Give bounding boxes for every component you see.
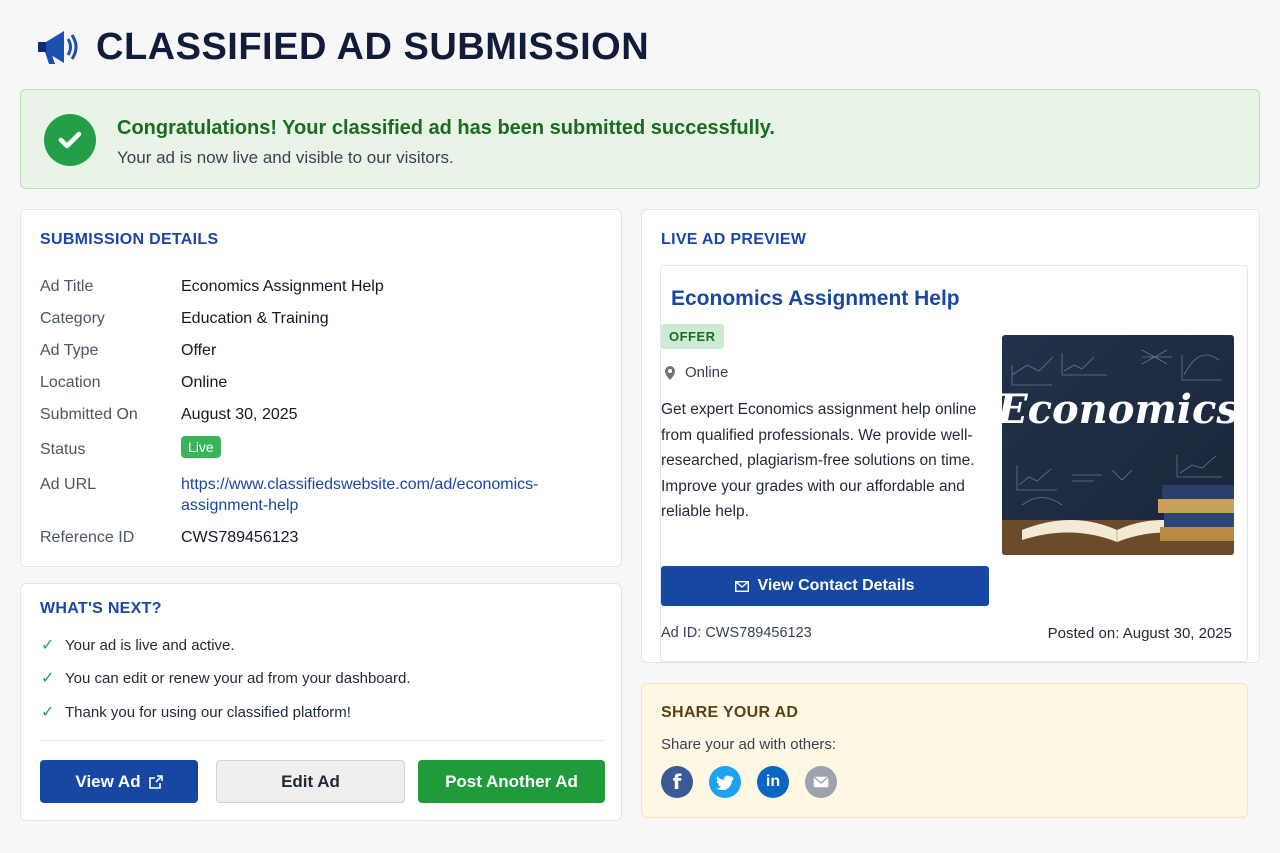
detail-value: August 30, 2025: [181, 406, 298, 423]
ad-description: Get expert Economics assignment help onl…: [661, 401, 977, 520]
detail-value: CWS789456123: [181, 529, 299, 546]
contact-button-label: View Contact Details: [757, 577, 915, 594]
submission-details-card: SUBMISSION DETAILS Ad Title Economics As…: [20, 209, 622, 567]
location-pin-icon: [665, 365, 675, 380]
email-icon[interactable]: [805, 766, 837, 798]
detail-value: Live: [181, 436, 221, 458]
posted-date: Posted on: August 30, 2025: [1047, 625, 1232, 642]
share-ad-title: SHARE YOUR AD: [661, 704, 799, 721]
success-subtext: Your ad is now live and visible to our v…: [117, 148, 454, 167]
page-title: CLASSIFIED AD SUBMISSION: [96, 25, 650, 68]
detail-value: Education & Training: [181, 310, 329, 327]
detail-label: Submitted On: [40, 406, 138, 423]
detail-label: Status: [40, 441, 86, 458]
check-icon: ✓: [41, 637, 55, 654]
list-item: ✓ Thank you for using our classified pla…: [41, 702, 351, 722]
success-headline: Congratulations! Your classified ad has …: [117, 117, 775, 139]
submission-details-title: SUBMISSION DETAILS: [40, 231, 219, 248]
ad-preview-title[interactable]: Economics Assignment Help: [671, 287, 960, 311]
detail-label: Ad Type: [40, 342, 99, 359]
view-contact-details-button[interactable]: View Contact Details: [661, 566, 989, 606]
live-ad-preview-title: LIVE AD PREVIEW: [661, 231, 807, 248]
detail-label: Category: [40, 310, 105, 327]
ad-image-caption: Economics: [1002, 386, 1234, 433]
share-ad-card: SHARE YOUR AD Share your ad with others:…: [641, 683, 1248, 818]
detail-label: Ad URL: [40, 476, 97, 493]
edit-ad-button[interactable]: Edit Ad: [216, 760, 405, 803]
success-banner: Congratulations! Your classified ad has …: [20, 89, 1260, 189]
post-another-ad-button[interactable]: Post Another Ad: [418, 760, 605, 803]
megaphone-icon: [38, 31, 78, 64]
ad-image: Economics: [1002, 335, 1234, 555]
page-header: CLASSIFIED AD SUBMISSION: [34, 22, 649, 72]
ad-preview: Economics Assignment Help OFFER Online G…: [660, 265, 1248, 662]
detail-label: Reference ID: [40, 529, 135, 546]
facebook-icon[interactable]: f: [661, 766, 693, 798]
ad-location: Online: [665, 364, 728, 381]
share-subtitle: Share your ad with others:: [661, 736, 837, 753]
list-item-text: You can edit or renew your ad from your …: [65, 669, 411, 687]
view-ad-label: View Ad: [75, 771, 141, 791]
divider: [40, 740, 604, 741]
offer-badge: OFFER: [661, 324, 724, 349]
ad-url-link[interactable]: https://www.classifiedswebsite.com/ad/ec…: [181, 474, 581, 516]
detail-value: Offer: [181, 342, 217, 359]
ad-location-text: Online: [685, 364, 729, 381]
twitter-icon[interactable]: [709, 766, 741, 798]
page: CLASSIFIED AD SUBMISSION Congratulations…: [0, 0, 1280, 853]
detail-label: Location: [40, 374, 101, 391]
ad-id: Ad ID: CWS789456123: [661, 625, 812, 641]
whats-next-title: WHAT'S NEXT?: [40, 600, 162, 617]
check-icon: ✓: [41, 670, 55, 687]
whats-next-card: WHAT'S NEXT? ✓ Your ad is live and activ…: [20, 583, 622, 821]
live-ad-preview-card: LIVE AD PREVIEW Economics Assignment Hel…: [641, 209, 1260, 663]
linkedin-icon[interactable]: in: [757, 766, 789, 798]
status-badge: Live: [181, 436, 221, 458]
view-ad-button[interactable]: View Ad: [40, 760, 198, 803]
success-check-icon: [44, 114, 96, 166]
list-item: ✓ Your ad is live and active.: [41, 635, 235, 655]
envelope-icon: [735, 580, 750, 592]
detail-value: Economics Assignment Help: [181, 278, 384, 295]
detail-label: Ad Title: [40, 278, 94, 295]
check-icon: ✓: [41, 704, 55, 721]
detail-value: Online: [181, 374, 228, 391]
list-item-text: Your ad is live and active.: [65, 636, 235, 654]
external-link-icon: [148, 774, 163, 789]
list-item-text: Thank you for using our classified platf…: [65, 703, 351, 721]
list-item: ✓ You can edit or renew your ad from you…: [41, 668, 410, 688]
